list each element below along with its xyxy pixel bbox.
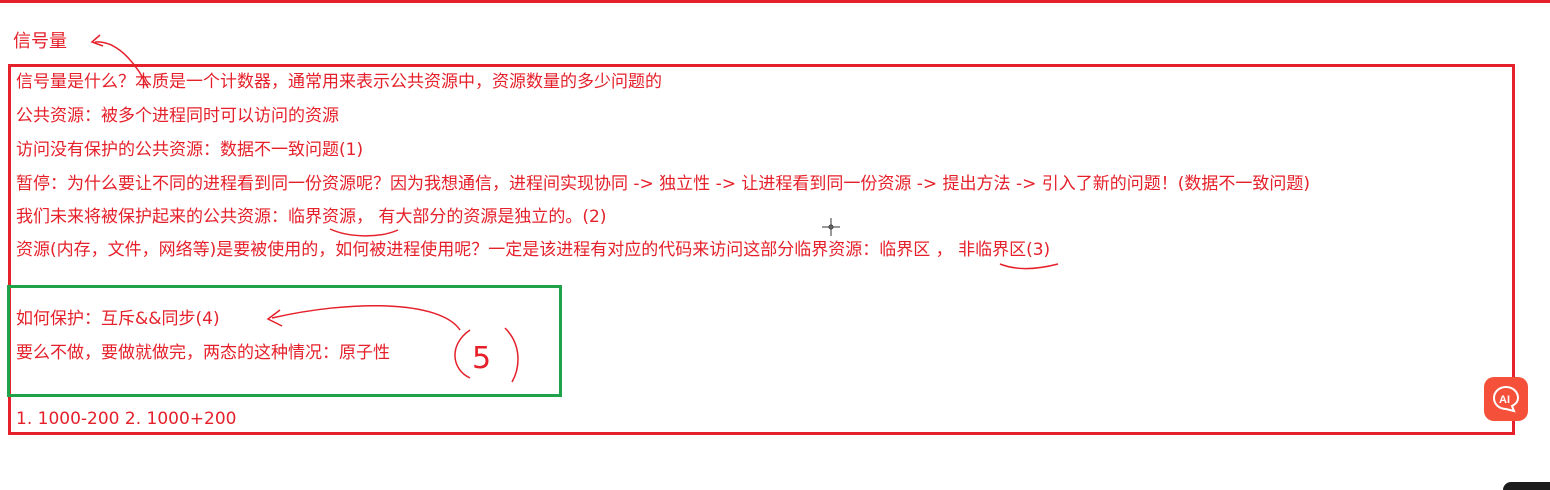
top-divider-line xyxy=(0,0,1550,3)
note-line-critical-resource: 我们未来将被保护起来的公共资源：临界资源， 有大部分的资源是独立的。(2) xyxy=(16,207,607,227)
note-line-critical-section: 资源(内存，文件，网络等)是要被使用的，如何被进程使用呢？一定是该进程有对应的代… xyxy=(16,240,1051,260)
note-line-semaphore-definition: 信号量是什么？本质是一个计数器，通常用来表示公共资源中，资源数量的多少问题的 xyxy=(16,72,662,92)
ai-chat-icon: AI xyxy=(1492,385,1520,413)
note-line-pause-question: 暂停：为什么要让不同的进程看到同一份资源呢？因为我想通信，进程间实现协同 -> … xyxy=(16,174,1311,194)
ai-button-label: AI xyxy=(1499,394,1510,406)
corner-dark-widget xyxy=(1503,482,1550,490)
ai-assistant-button[interactable]: AI xyxy=(1484,377,1528,421)
page-title: 信号量 xyxy=(13,31,67,52)
note-line-public-resource: 公共资源：被多个进程同时可以访问的资源 xyxy=(16,106,339,126)
crosshair-cursor-icon xyxy=(822,218,840,236)
note-line-atomicity: 要么不做，要做就做完，两态的这种情况：原子性 xyxy=(16,343,390,363)
arrow-to-title-head xyxy=(90,34,104,47)
note-line-protection: 如何保护：互斥&&同步(4) xyxy=(16,309,220,329)
note-line-unprotected-resource: 访问没有保护的公共资源：数据不一致问题(1) xyxy=(16,140,364,160)
note-line-example: 1. 1000-200 2. 1000+200 xyxy=(16,409,237,429)
note-page: 信号量 信号量是什么？本质是一个计数器，通常用来表示公共资源中，资源数量的多少问… xyxy=(0,0,1550,490)
